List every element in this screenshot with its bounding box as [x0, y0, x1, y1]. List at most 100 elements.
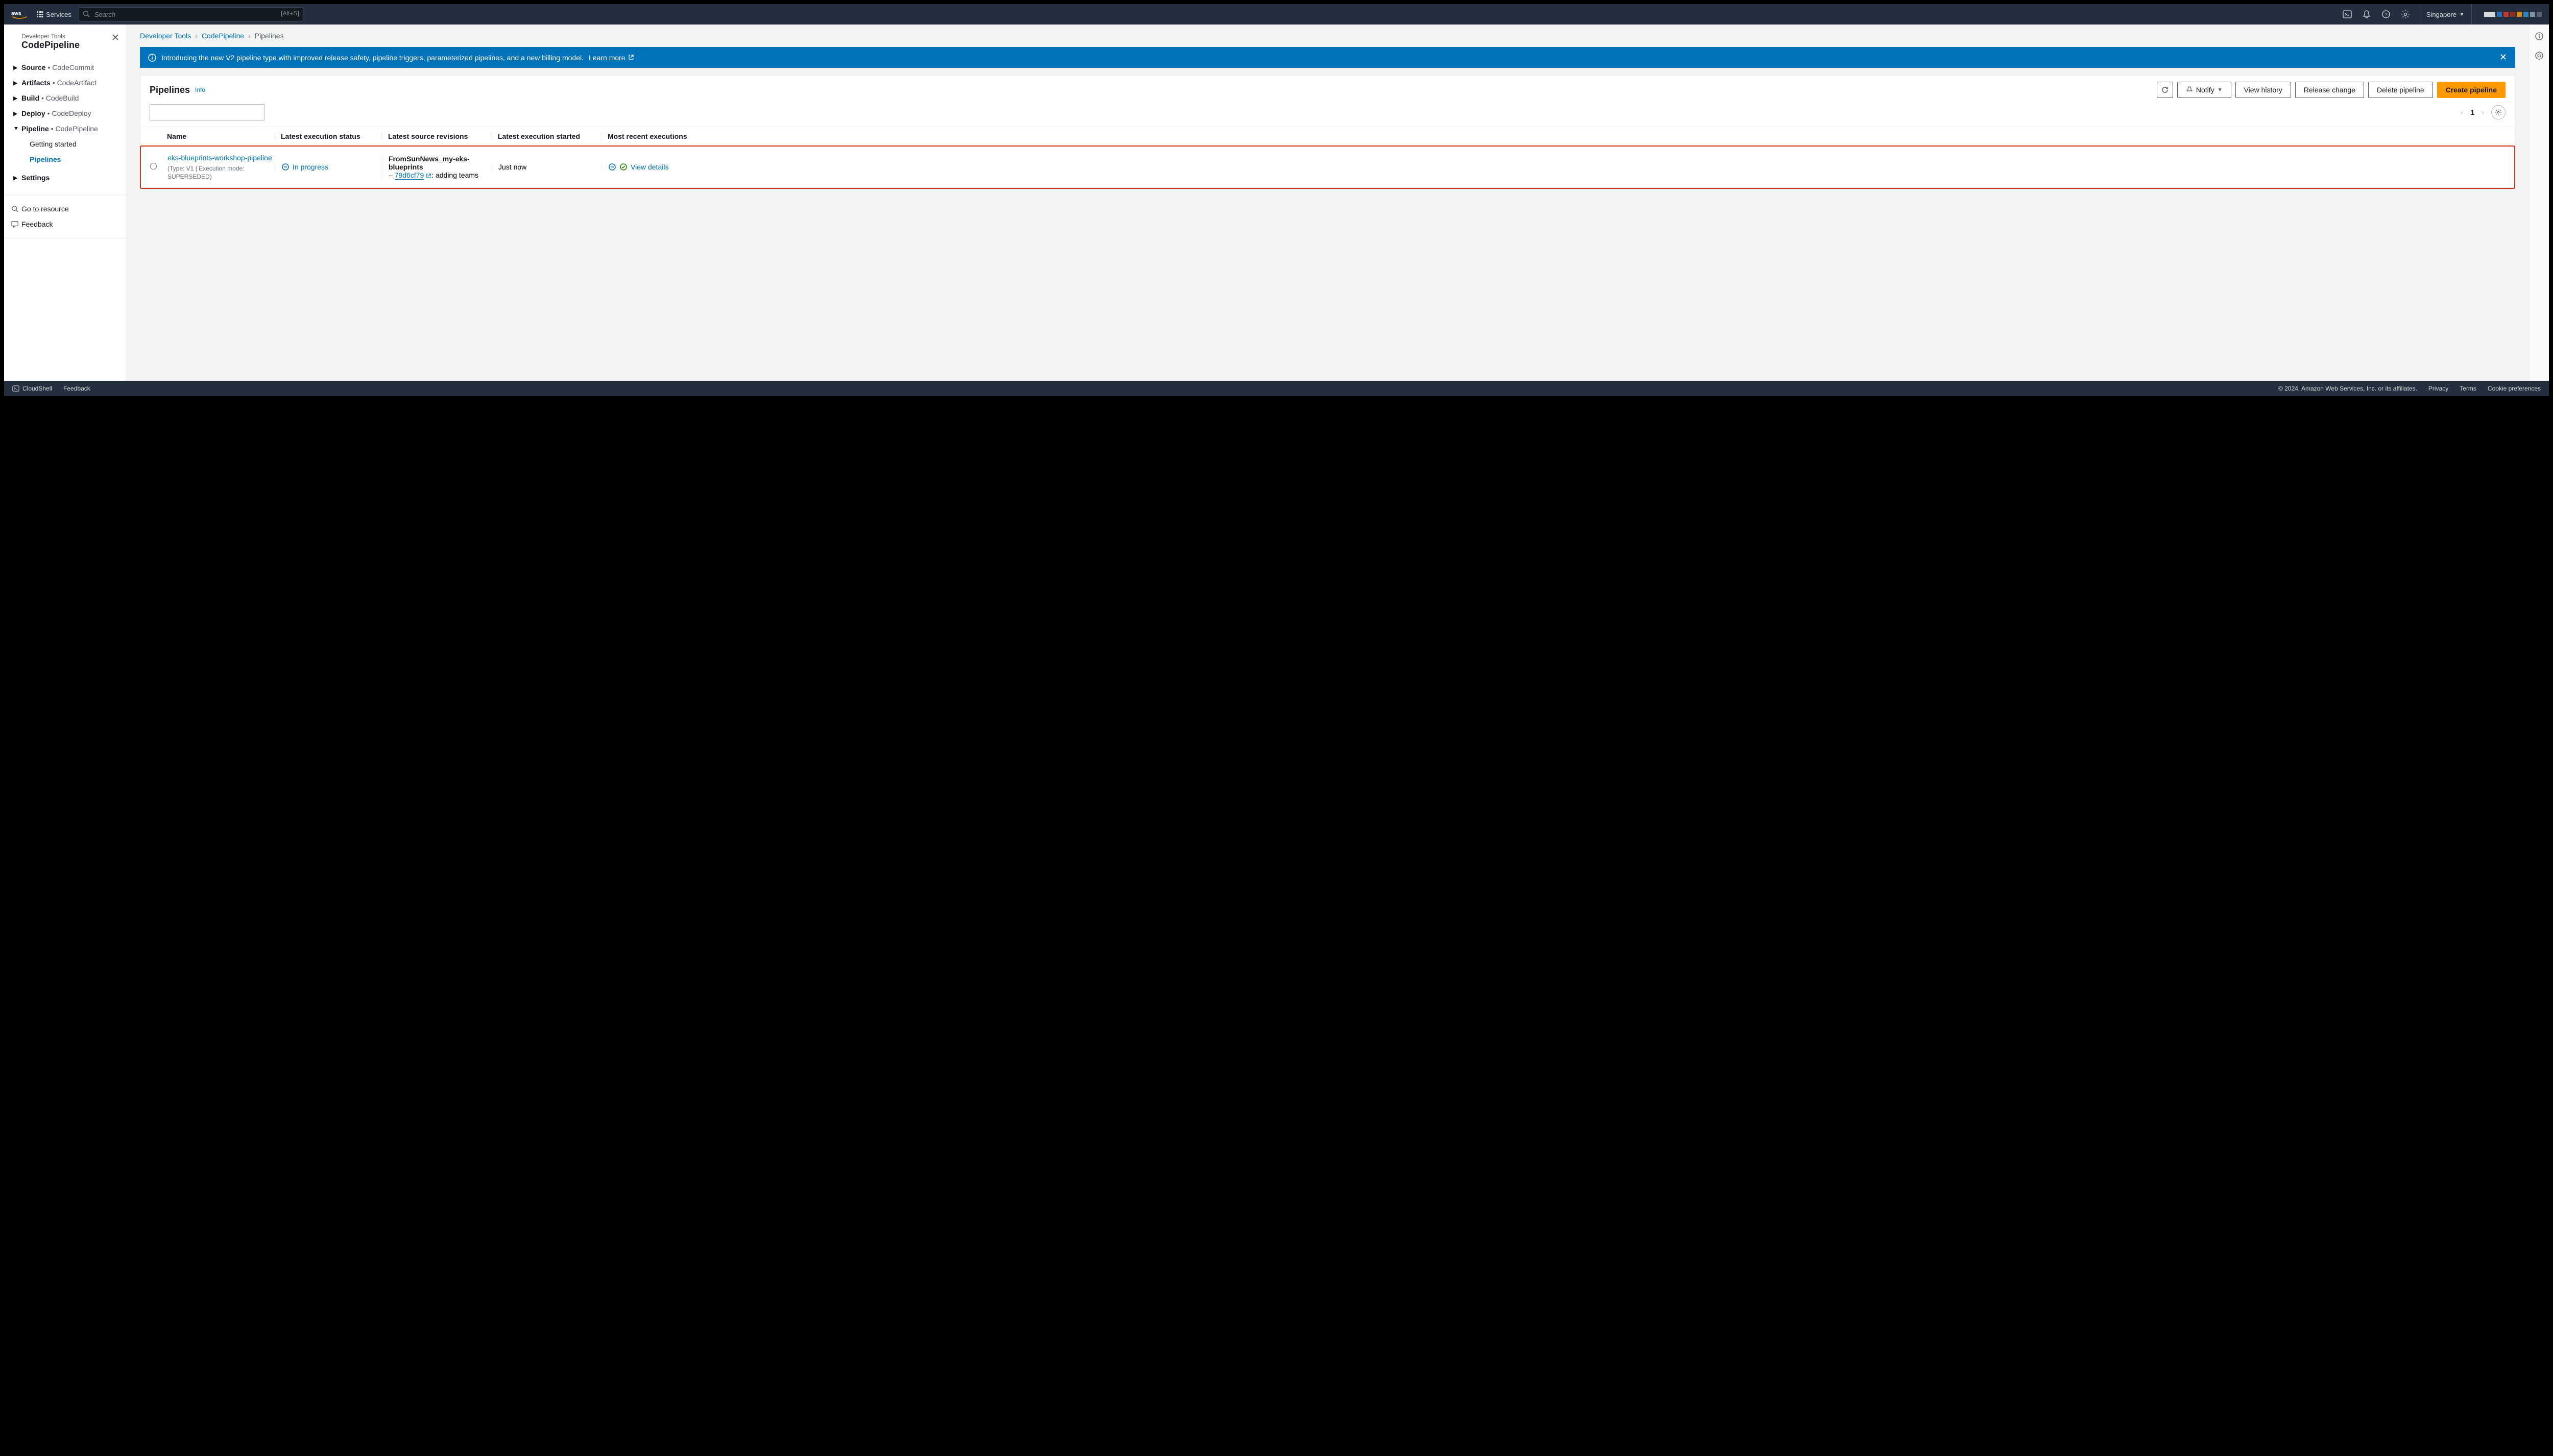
- sidebar: Developer Tools CodePipeline ▶ Source • …: [4, 25, 127, 381]
- search-shortcut: [Alt+S]: [281, 10, 299, 17]
- execution-started: Just now: [492, 163, 601, 171]
- sidebar-sub-pipelines[interactable]: Pipelines: [4, 152, 126, 167]
- region-label: Singapore: [2426, 11, 2456, 18]
- next-page-button[interactable]: ›: [2482, 108, 2484, 116]
- settings-icon[interactable]: [2399, 10, 2412, 19]
- page-number: 1: [2471, 108, 2475, 116]
- sidebar-item-settings[interactable]: ▶ Settings: [4, 170, 126, 185]
- search-input[interactable]: [79, 7, 303, 21]
- sidebar-item-deploy[interactable]: ▶ Deploy • CodeDeploy: [4, 106, 126, 121]
- info-link[interactable]: Info: [195, 86, 205, 93]
- view-details-link[interactable]: View details: [631, 163, 668, 171]
- info-icon: [148, 54, 156, 62]
- col-header-status[interactable]: Latest execution status: [274, 132, 381, 140]
- cloudshell-button[interactable]: CloudShell: [12, 385, 52, 392]
- caret-right-icon: ▶: [13, 64, 17, 71]
- delete-pipeline-button[interactable]: Delete pipeline: [2368, 82, 2433, 98]
- create-pipeline-button[interactable]: Create pipeline: [2437, 82, 2506, 98]
- chevron-right-icon: ›: [248, 32, 251, 40]
- refresh-button[interactable]: [2157, 82, 2173, 98]
- panel-title: Pipelines: [150, 85, 190, 95]
- row-select-radio[interactable]: [150, 163, 157, 169]
- col-header-started[interactable]: Latest execution started: [491, 132, 601, 140]
- info-banner: Introducing the new V2 pipeline type wit…: [140, 47, 2515, 68]
- grid-icon: [37, 11, 43, 17]
- breadcrumb: Developer Tools › CodePipeline › Pipelin…: [127, 25, 2528, 40]
- col-header-source[interactable]: Latest source revisions: [381, 132, 491, 140]
- bell-icon: [2186, 86, 2193, 93]
- release-change-button[interactable]: Release change: [2295, 82, 2364, 98]
- caret-right-icon: ▶: [13, 110, 17, 117]
- terms-link[interactable]: Terms: [2460, 385, 2476, 392]
- breadcrumb-current: Pipelines: [255, 32, 284, 40]
- feedback-link[interactable]: Feedback: [4, 216, 126, 232]
- pipeline-meta: (Type: V1 | Execution mode: SUPERSEDED): [167, 165, 245, 180]
- external-link-icon: [426, 173, 431, 179]
- caret-right-icon: ▶: [13, 80, 17, 86]
- commit-link[interactable]: 79d6cf79: [395, 171, 424, 180]
- breadcrumb-link[interactable]: Developer Tools: [140, 32, 191, 40]
- chevron-down-icon: ▼: [2218, 87, 2223, 93]
- sidebar-item-build[interactable]: ▶ Build • CodeBuild: [4, 90, 126, 106]
- copyright: © 2024, Amazon Web Services, Inc. or its…: [2278, 385, 2417, 392]
- status-badge: In progress: [281, 163, 382, 171]
- feedback-link-bottom[interactable]: Feedback: [63, 385, 90, 392]
- sidebar-item-pipeline[interactable]: ▼ Pipeline • CodePipeline: [4, 121, 126, 136]
- close-sidebar-button[interactable]: [112, 34, 119, 41]
- banner-text: Introducing the new V2 pipeline type wit…: [161, 54, 584, 62]
- sidebar-sub-getting-started[interactable]: Getting started: [4, 136, 126, 152]
- sidebar-item-source[interactable]: ▶ Source • CodeCommit: [4, 60, 126, 75]
- pagination: ‹ 1 ›: [2461, 108, 2484, 116]
- sidebar-title: CodePipeline: [21, 40, 116, 51]
- col-header-recent[interactable]: Most recent executions: [601, 132, 2506, 140]
- banner-close-button[interactable]: ✕: [2499, 52, 2507, 63]
- external-link-icon: [628, 54, 634, 60]
- services-menu[interactable]: Services: [37, 11, 71, 18]
- help-icon[interactable]: ?: [2380, 10, 2392, 19]
- search-icon: [11, 205, 18, 212]
- pipelines-panel: Pipelines Info Notify ▼ View history Rel…: [140, 75, 2515, 189]
- sidebar-supertitle: Developer Tools: [21, 33, 116, 40]
- success-icon: [619, 163, 628, 171]
- panel-header: Pipelines Info Notify ▼ View history Rel…: [140, 76, 2515, 104]
- account-swatches[interactable]: [2479, 12, 2542, 17]
- global-search: [Alt+S]: [79, 7, 303, 21]
- execution-status-icons: View details: [608, 163, 2505, 171]
- main-content: Developer Tools › CodePipeline › Pipelin…: [127, 25, 2528, 381]
- caret-right-icon: ▶: [13, 175, 17, 181]
- cloudshell-icon[interactable]: [2341, 10, 2353, 19]
- caret-down-icon: ▼: [13, 126, 19, 132]
- in-progress-icon: [281, 163, 290, 171]
- chevron-down-icon: ▼: [2460, 12, 2464, 17]
- pipeline-name-link[interactable]: eks-blueprints-workshop-pipeline: [167, 154, 275, 162]
- breadcrumb-link[interactable]: CodePipeline: [202, 32, 244, 40]
- refresh-panel-icon[interactable]: [2535, 51, 2544, 60]
- cookie-preferences-link[interactable]: Cookie preferences: [2488, 385, 2541, 392]
- privacy-link[interactable]: Privacy: [2428, 385, 2448, 392]
- bottombar: CloudShell Feedback © 2024, Amazon Web S…: [4, 381, 2549, 396]
- col-header-name[interactable]: Name: [167, 132, 274, 140]
- right-rail: [2528, 25, 2549, 381]
- table-settings-button[interactable]: [2491, 105, 2506, 119]
- topnav: aws Services [Alt+S] ? Singapore ▼: [4, 4, 2549, 25]
- svg-text:?: ?: [2385, 12, 2388, 18]
- go-to-resource[interactable]: Go to resource: [4, 201, 126, 216]
- notify-button[interactable]: Notify ▼: [2177, 82, 2231, 98]
- caret-right-icon: ▶: [13, 95, 17, 102]
- table-row: eks-blueprints-workshop-pipeline (Type: …: [141, 147, 2514, 188]
- table-header: Name Latest execution status Latest sour…: [140, 127, 2515, 146]
- region-selector[interactable]: Singapore ▼: [2419, 4, 2472, 25]
- search-icon: [83, 10, 90, 17]
- aws-logo[interactable]: aws: [11, 9, 30, 19]
- stopped-icon: [608, 163, 616, 171]
- feedback-icon: [11, 221, 18, 228]
- view-history-button[interactable]: View history: [2235, 82, 2291, 98]
- banner-learn-more-link[interactable]: Learn more: [589, 54, 634, 62]
- help-panel-icon[interactable]: [2535, 32, 2544, 41]
- source-revision: FromSunNews_my-eks-blueprints – 79d6cf79…: [382, 155, 492, 179]
- services-label: Services: [46, 11, 71, 18]
- sidebar-item-artifacts[interactable]: ▶ Artifacts • CodeArtifact: [4, 75, 126, 90]
- notifications-icon[interactable]: [2361, 10, 2373, 19]
- filter-input[interactable]: [150, 104, 264, 120]
- prev-page-button[interactable]: ‹: [2461, 108, 2464, 116]
